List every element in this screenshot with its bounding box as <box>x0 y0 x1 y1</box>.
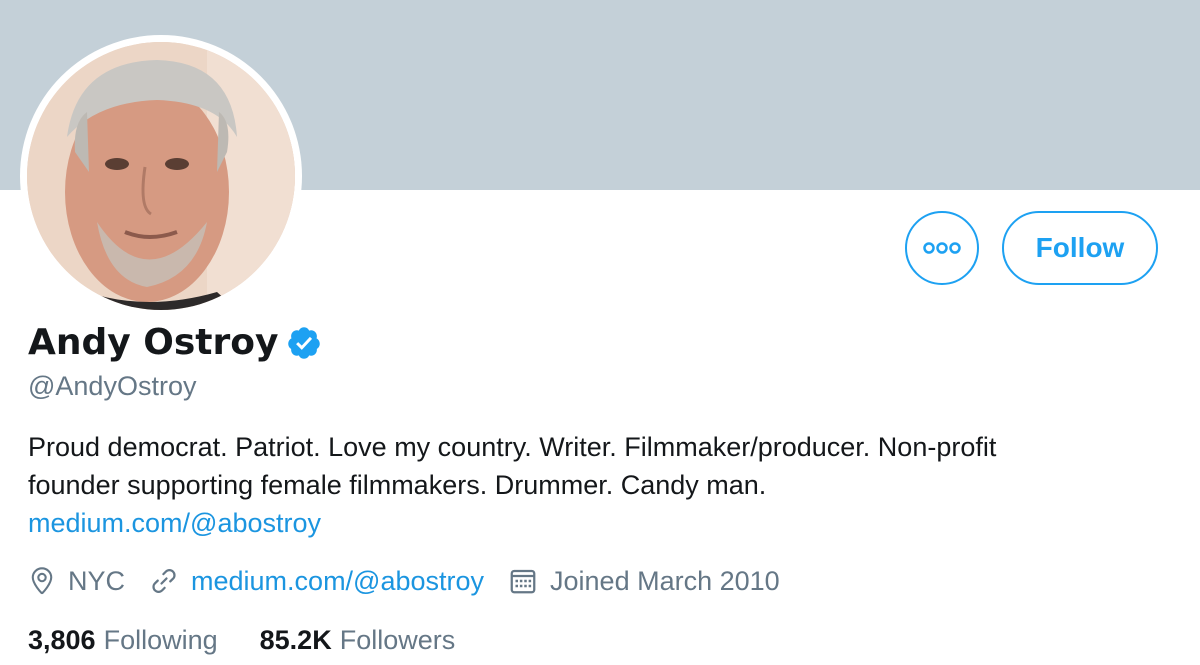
bio-text-line2: founder supporting female filmmakers. Dr… <box>28 470 767 500</box>
avatar-photo <box>27 42 295 310</box>
avatar[interactable] <box>27 42 295 310</box>
website-link[interactable]: medium.com/@abostroy <box>191 566 484 597</box>
following-label: Following <box>103 624 218 655</box>
joined-item: Joined March 2010 <box>508 566 780 597</box>
more-dots-icon <box>923 242 961 254</box>
location-text: NYC <box>68 565 126 596</box>
follow-button-label: Follow <box>1035 232 1125 263</box>
followers-label: Followers <box>339 624 456 655</box>
location-item: NYC <box>28 566 125 597</box>
followers-stat[interactable]: 85.2K Followers <box>260 625 456 656</box>
follow-button[interactable]: Follow <box>1002 211 1158 285</box>
display-name: Andy Ostroy <box>28 322 279 363</box>
profile-stats: 3,806 Following 85.2K Followers <box>28 620 497 660</box>
profile-bio: Proud democrat. Patriot. Love my country… <box>28 428 1178 542</box>
bio-text-line1: Proud democrat. Patriot. Love my country… <box>28 432 997 462</box>
bio-link[interactable]: medium.com/@abostroy <box>28 504 1178 542</box>
following-stat[interactable]: 3,806 Following <box>28 625 218 656</box>
profile-meta: NYC medium.com/@abostroy Joined March 20… <box>28 562 804 600</box>
joined-text: Joined March 2010 <box>550 565 780 596</box>
profile-handle: @AndyOstroy <box>28 371 197 401</box>
more-options-button[interactable] <box>905 211 979 285</box>
calendar-icon <box>508 566 538 596</box>
followers-count: 85.2K <box>259 624 332 655</box>
name-row: Andy Ostroy <box>28 322 322 363</box>
profile-page: Follow Andy Ostroy @AndyOstroy Proud dem… <box>0 0 1200 665</box>
website-item: medium.com/@abostroy <box>149 566 484 597</box>
following-count: 3,806 <box>28 624 96 655</box>
location-pin-icon <box>28 566 56 596</box>
link-icon <box>149 566 179 596</box>
verified-badge-icon <box>286 325 322 361</box>
